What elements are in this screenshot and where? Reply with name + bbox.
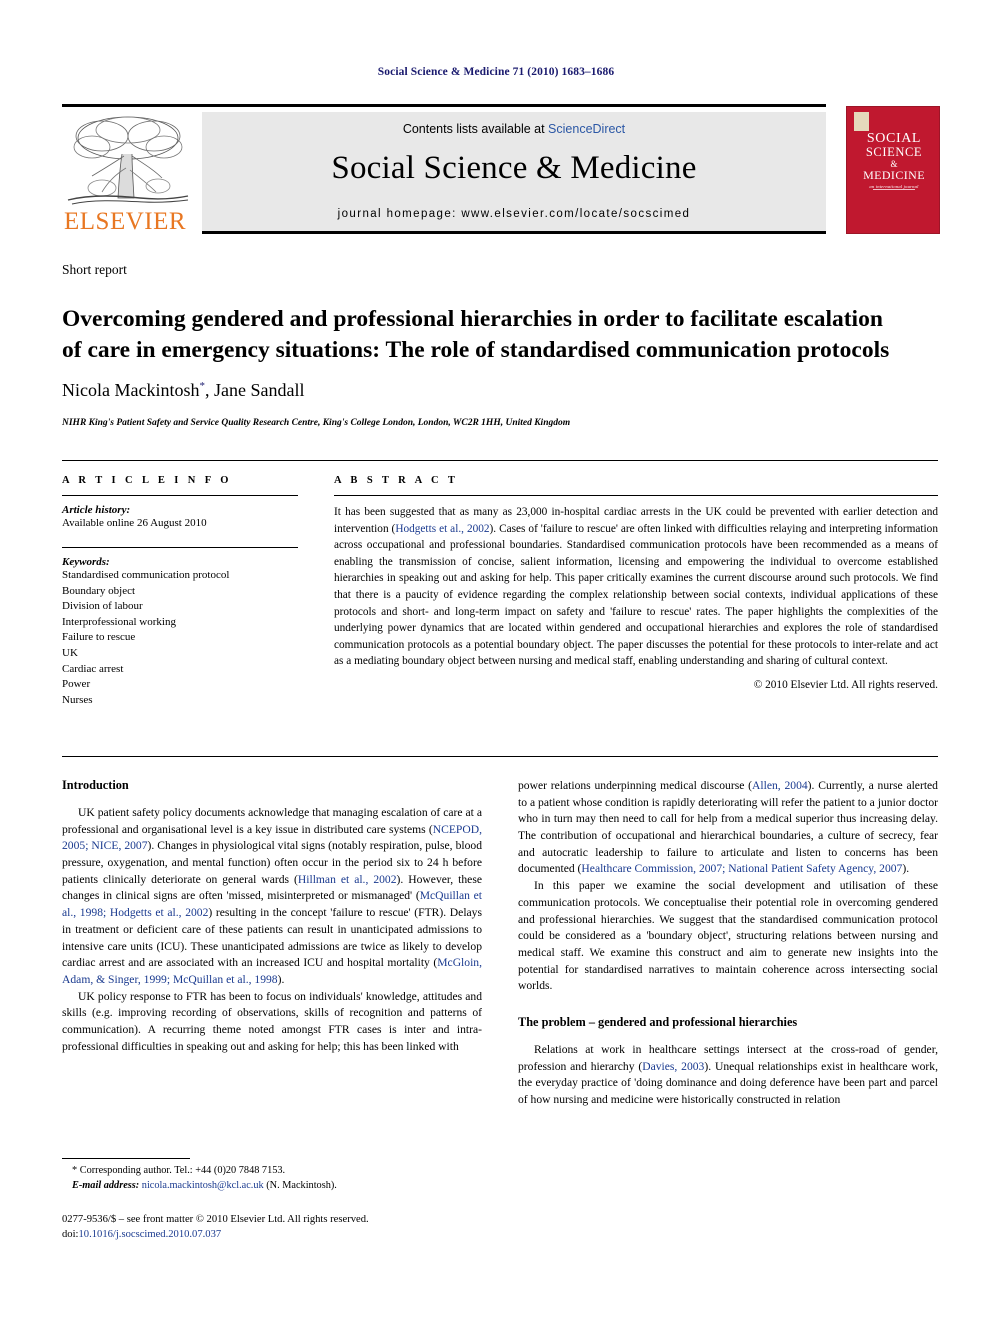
- info-band-top-rule: [62, 460, 938, 461]
- elsevier-logo: ELSEVIER: [62, 112, 194, 234]
- contents-available-line: Contents lists available at ScienceDirec…: [202, 122, 826, 136]
- document-type-label: Short report: [62, 262, 127, 277]
- list-item: Cardiac arrest: [62, 662, 124, 675]
- text-run: ).: [277, 972, 285, 986]
- paragraph: Relations at work in healthcare settings…: [518, 1042, 938, 1109]
- cover-line-1: SOCIAL: [866, 131, 922, 146]
- journal-title: Social Science & Medicine: [331, 150, 697, 186]
- author-secondary: , Jane Sandall: [204, 380, 305, 400]
- article-info-rule-2: [62, 546, 298, 548]
- masthead-center-panel: Contents lists available at ScienceDirec…: [202, 112, 826, 234]
- doi-link[interactable]: 10.1016/j.socscimed.2010.07.037: [78, 1229, 221, 1240]
- cover-elsevier-mark-icon: [854, 112, 869, 131]
- abstract-segment-2: ). Cases of 'failure to rescue' are ofte…: [334, 522, 938, 668]
- keywords-label: Keywords:: [62, 555, 110, 568]
- list-item: Failure to rescue: [62, 631, 136, 644]
- cover-line-2: SCIENCE: [865, 145, 923, 160]
- article-history-value: Available online 26 August 2010: [62, 517, 207, 529]
- abstract-rule: [334, 495, 938, 496]
- body-column-left: Introduction UK patient safety policy do…: [62, 778, 482, 1055]
- section-heading-introduction: Introduction: [62, 778, 129, 792]
- elsevier-tree-icon: [67, 116, 189, 205]
- keyword-list: Standardised communication protocol Boun…: [62, 568, 298, 708]
- list-item: Interprofessional working: [62, 615, 176, 628]
- citation-link[interactable]: Hillman et al., 2002: [298, 873, 397, 886]
- list-item: Nurses: [62, 693, 93, 706]
- running-head: Social Science & Medicine 71 (2010) 1683…: [377, 66, 615, 78]
- article-info-rule-1: [62, 495, 298, 496]
- citation-link[interactable]: Allen, 2004: [752, 779, 808, 792]
- list-item: Division of labour: [62, 600, 143, 613]
- journal-cover-thumbnail: SOCIAL SCIENCE & MEDICINE an internation…: [846, 106, 940, 234]
- journal-masthead: ELSEVIER Contents lists available at Sci…: [62, 104, 940, 234]
- cover-divider: [873, 189, 915, 190]
- paragraph: In this paper we examine the social deve…: [518, 879, 938, 993]
- elsevier-wordmark: ELSEVIER: [64, 208, 187, 235]
- corresponding-author-note: * Corresponding author. Tel.: +44 (0)20 …: [72, 1165, 286, 1176]
- text-run: ).: [902, 862, 910, 876]
- abstract-text: It has been suggested that as many as 23…: [334, 504, 938, 670]
- doi-label: doi:: [62, 1229, 79, 1241]
- masthead-top-rule: [62, 104, 826, 107]
- article-info-heading: A R T I C L E I N F O: [62, 475, 232, 486]
- author-list: Nicola Mackintosh*, Jane Sandall: [62, 380, 304, 401]
- email-note: E-mail address: nicola.mackintosh@kcl.ac…: [62, 1179, 482, 1194]
- citation-link[interactable]: Healthcare Commission, 2007; National Pa…: [581, 862, 902, 875]
- cover-line-4: MEDICINE: [863, 168, 925, 183]
- email-link[interactable]: nicola.mackintosh@kcl.ac.uk: [142, 1180, 264, 1191]
- author-affiliation: NIHR King's Patient Safety and Service Q…: [62, 418, 571, 428]
- paragraph: power relations underpinning medical dis…: [518, 778, 938, 878]
- article-info-column: A R T I C L E I N F O Article history: A…: [62, 475, 298, 708]
- footnote-area: * Corresponding author. Tel.: +44 (0)20 …: [62, 1158, 482, 1193]
- page-title: Overcoming gendered and professional hie…: [62, 305, 890, 363]
- paragraph: UK policy response to FTR has been to fo…: [62, 989, 482, 1053]
- paragraph: UK patient safety policy documents ackno…: [62, 805, 482, 989]
- imprint-block: 0277-9536/$ – see front matter © 2010 El…: [62, 1212, 522, 1243]
- text-run: UK patient safety policy documents ackno…: [62, 806, 482, 836]
- info-band-bottom-rule: [62, 756, 938, 757]
- abstract-copyright: © 2010 Elsevier Ltd. All rights reserved…: [753, 678, 938, 691]
- email-label: E-mail address:: [72, 1179, 140, 1191]
- list-item: Power: [62, 678, 91, 691]
- article-first-page: Social Science & Medicine 71 (2010) 1683…: [0, 0, 992, 1323]
- author-primary: Nicola Mackintosh: [62, 380, 200, 400]
- issn-front-matter: 0277-9536/$ – see front matter © 2010 El…: [62, 1214, 369, 1225]
- body-column-right: power relations underpinning medical dis…: [518, 778, 938, 1109]
- contents-prefix: Contents lists available at: [402, 122, 549, 136]
- sciencedirect-link[interactable]: ScienceDirect: [548, 122, 625, 136]
- journal-homepage-line[interactable]: journal homepage: www.elsevier.com/locat…: [202, 208, 826, 220]
- abstract-column: A B S T R A C T It has been suggested th…: [334, 475, 938, 691]
- citation-link[interactable]: Davies, 2003: [642, 1060, 704, 1073]
- abstract-heading: A B S T R A C T: [334, 475, 459, 486]
- doi-line: doi:10.1016/j.socscimed.2010.07.037: [62, 1227, 522, 1242]
- list-item: UK: [62, 647, 78, 659]
- footnote-rule: [62, 1158, 190, 1159]
- list-item: Boundary object: [62, 584, 136, 597]
- text-run: ). Currently, a nurse alerted to a patie…: [518, 779, 938, 876]
- email-owner: (N. Mackintosh).: [266, 1179, 337, 1191]
- text-run: power relations underpinning medical dis…: [518, 779, 753, 792]
- section-heading-the-problem: The problem – gendered and professional …: [518, 1014, 798, 1029]
- citation-link[interactable]: Hodgetts et al., 2002: [395, 523, 489, 535]
- list-item: Standardised communication protocol: [62, 568, 230, 581]
- article-history-label: Article history:: [62, 504, 131, 516]
- cover-text-block: SOCIAL SCIENCE & MEDICINE an internation…: [847, 131, 939, 190]
